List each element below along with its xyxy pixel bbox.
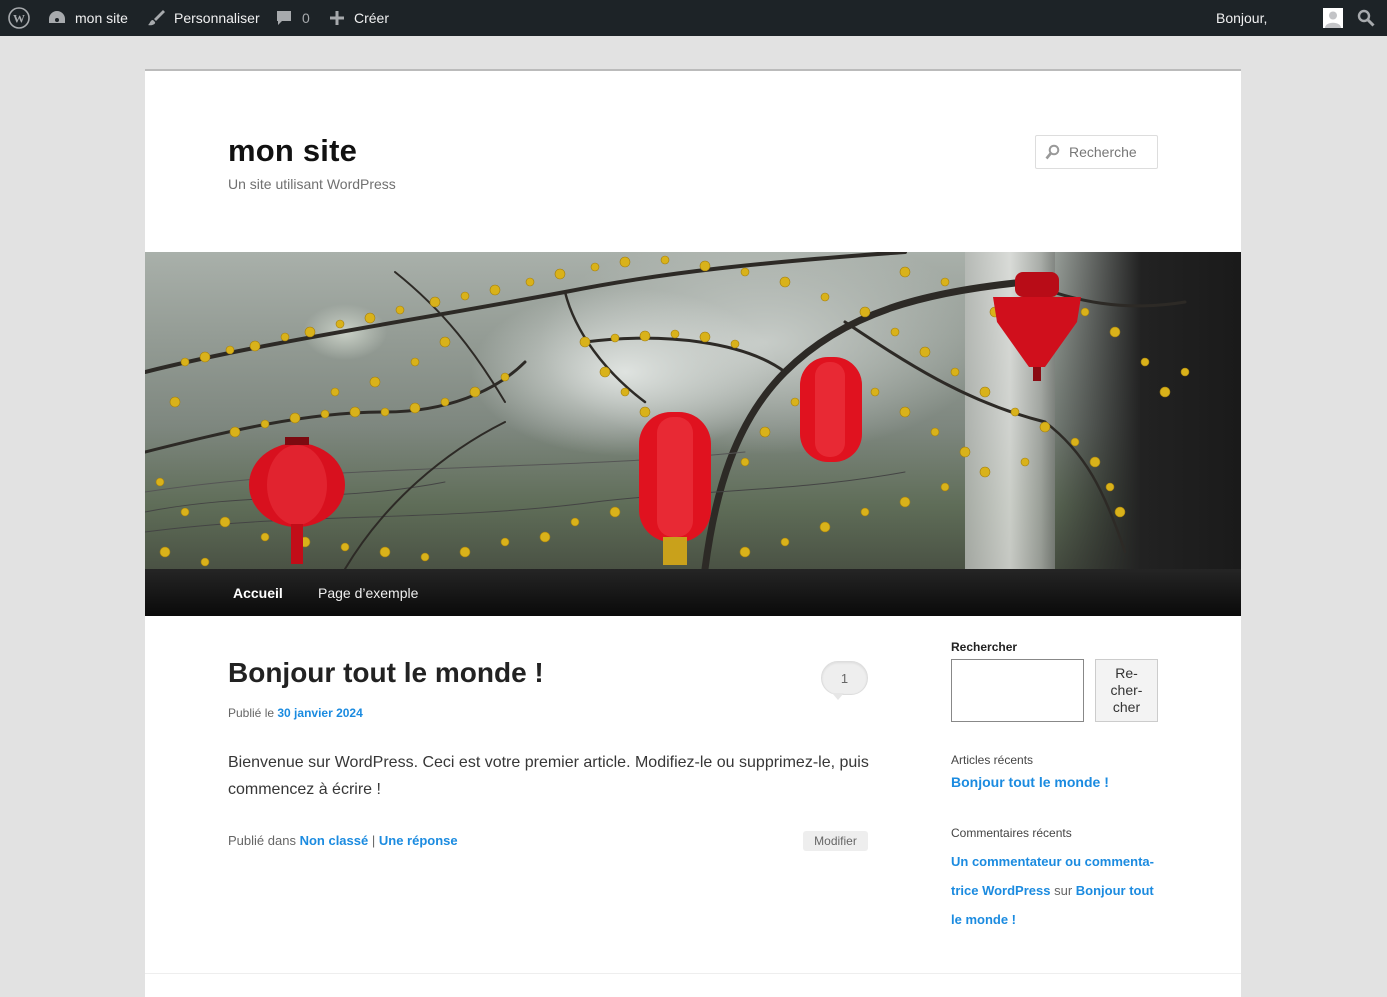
comments-count: 0: [302, 10, 310, 26]
customize-link[interactable]: Personnaliser: [147, 0, 260, 36]
sidebar-search-button-label: Re- cher- cher: [1110, 665, 1143, 715]
magnifier-icon: [1045, 144, 1060, 160]
site-menu-link[interactable]: mon site: [47, 0, 128, 36]
sidebar-search-input[interactable]: [951, 659, 1084, 722]
comment-icon: [277, 11, 291, 25]
recent-post-link[interactable]: Bonjour tout le monde !: [951, 774, 1109, 790]
search-icon[interactable]: [1357, 0, 1375, 36]
nav-item-home[interactable]: Accueil: [233, 569, 283, 616]
greeting-label: Bonjour,: [1216, 10, 1268, 26]
nav-item-sample-page[interactable]: Page d’exemple: [318, 569, 418, 616]
site-description: Un site utilisant WordPress: [228, 176, 396, 192]
brush-icon: [148, 10, 165, 26]
footer-separator: |: [371, 833, 376, 848]
site-name-label: mon site: [75, 10, 128, 26]
comment-on-text: sur: [1054, 883, 1073, 898]
plus-icon: [330, 11, 344, 25]
post-footer-prefix: Publié dans: [228, 833, 296, 848]
recent-comment-item: Un commentateur ou commenta-trice WordPr…: [951, 847, 1161, 934]
post-footer: Publié dans Non classé | Une réponse: [228, 833, 458, 848]
greeting-link[interactable]: Bonjour,: [1216, 0, 1267, 36]
search-widget-title: Rechercher: [951, 640, 1018, 654]
reply-link[interactable]: Une réponse: [379, 833, 458, 848]
post-date-link[interactable]: 30 janvier 2024: [277, 706, 362, 720]
red-lantern-left: [249, 437, 345, 564]
svg-text:W: W: [13, 12, 25, 26]
dashboard-icon: [49, 11, 65, 23]
header-search-placeholder: Recherche: [1069, 144, 1137, 160]
recent-comments-title: Commentaires récents: [951, 826, 1072, 840]
new-content-link[interactable]: Créer: [329, 0, 389, 36]
edit-post-button[interactable]: Modifier: [803, 831, 868, 851]
header-search-field[interactable]: Recherche: [1035, 135, 1158, 169]
main-navigation: Accueil Page d’exemple: [145, 569, 1241, 616]
avatar-icon[interactable]: [1323, 0, 1343, 36]
post-title[interactable]: Bonjour tout le monde !: [228, 657, 544, 689]
blossom-lantern-scene: [145, 252, 1190, 569]
category-link[interactable]: Non classé: [300, 833, 369, 848]
admin-bar: W mon site Personnaliser 0 Créer Bonjour…: [0, 0, 1387, 36]
post-meta: Publié le 30 janvier 2024: [228, 706, 363, 720]
site-title[interactable]: mon site: [228, 133, 357, 169]
wordpress-logo-icon[interactable]: W: [8, 0, 30, 36]
post-content: Bienvenue sur WordPress. Ceci est votre …: [228, 754, 869, 798]
page-divider: [145, 973, 1241, 974]
comments-link[interactable]: 0: [275, 0, 310, 36]
comment-count-bubble[interactable]: 1: [821, 661, 868, 700]
page-container: mon site Un site utilisant WordPress Rec…: [145, 69, 1241, 997]
header-image: [145, 252, 1241, 569]
post-meta-prefix: Publié le: [228, 706, 275, 720]
recent-posts-title: Articles récents: [951, 753, 1034, 767]
red-lantern-right: [993, 272, 1081, 381]
new-label: Créer: [354, 10, 390, 26]
red-lantern-center: [639, 412, 711, 565]
customize-label: Personnaliser: [174, 10, 260, 26]
red-lantern-middle: [800, 357, 862, 462]
sidebar-search-button[interactable]: Re- cher- cher: [1095, 659, 1158, 722]
comment-count: 1: [840, 670, 849, 686]
